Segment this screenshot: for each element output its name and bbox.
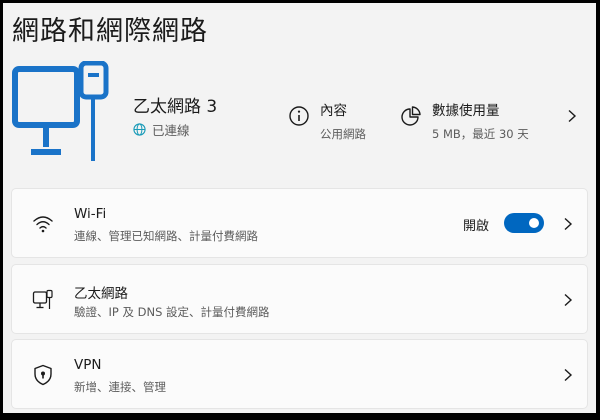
ethernet-title: 乙太網路	[74, 286, 128, 302]
data-usage-link[interactable]: 數據使用量 5 MB，最近 30 天	[400, 99, 529, 142]
info-icon	[289, 106, 309, 126]
toggle-knob	[529, 218, 539, 228]
data-usage-title: 數據使用量	[432, 103, 500, 119]
connection-status-label: 已連線	[152, 123, 190, 138]
chevron-right-icon	[564, 368, 573, 382]
properties-title: 內容	[320, 103, 347, 119]
properties-link[interactable]: 內容 公用網路	[288, 99, 366, 142]
chevron-right-icon[interactable]	[565, 109, 579, 123]
globe-icon	[133, 123, 146, 136]
vpn-title: VPN	[74, 357, 102, 373]
vpn-card[interactable]: VPN 新增、連接、管理	[11, 339, 588, 409]
settings-window: 網路和網際網路 乙太網路 3 已連線 內容 公用網路 數據使用量 5 MB，最近…	[3, 3, 596, 413]
ethernet-card[interactable]: 乙太網路 驗證、IP 及 DNS 設定、計量付費網路	[11, 264, 588, 334]
ethernet-icon	[32, 289, 53, 309]
data-usage-subtitle: 5 MB，最近 30 天	[432, 127, 529, 141]
connection-name: 乙太網路 3	[133, 97, 218, 117]
chevron-right-icon	[564, 293, 573, 307]
wifi-toggle[interactable]	[504, 213, 544, 233]
wifi-title: Wi-Fi	[74, 206, 107, 222]
connection-status: 已連線	[133, 120, 190, 139]
wifi-toggle-label: 開啟	[463, 219, 490, 234]
wifi-subtitle: 連線、管理已知網路、計量付費網路	[74, 229, 258, 243]
vpn-subtitle: 新增、連接、管理	[74, 380, 166, 394]
chevron-right-icon	[564, 217, 573, 231]
wifi-icon	[33, 216, 53, 233]
shield-lock-icon	[34, 364, 52, 386]
page-title: 網路和網際網路	[12, 16, 208, 47]
ethernet-subtitle: 驗證、IP 及 DNS 設定、計量付費網路	[74, 305, 270, 319]
ethernet-monitor-icon	[12, 61, 109, 161]
wifi-card[interactable]: Wi-Fi 連線、管理已知網路、計量付費網路 開啟	[11, 188, 588, 258]
properties-subtitle: 公用網路	[320, 127, 366, 141]
pie-chart-icon	[401, 106, 421, 126]
